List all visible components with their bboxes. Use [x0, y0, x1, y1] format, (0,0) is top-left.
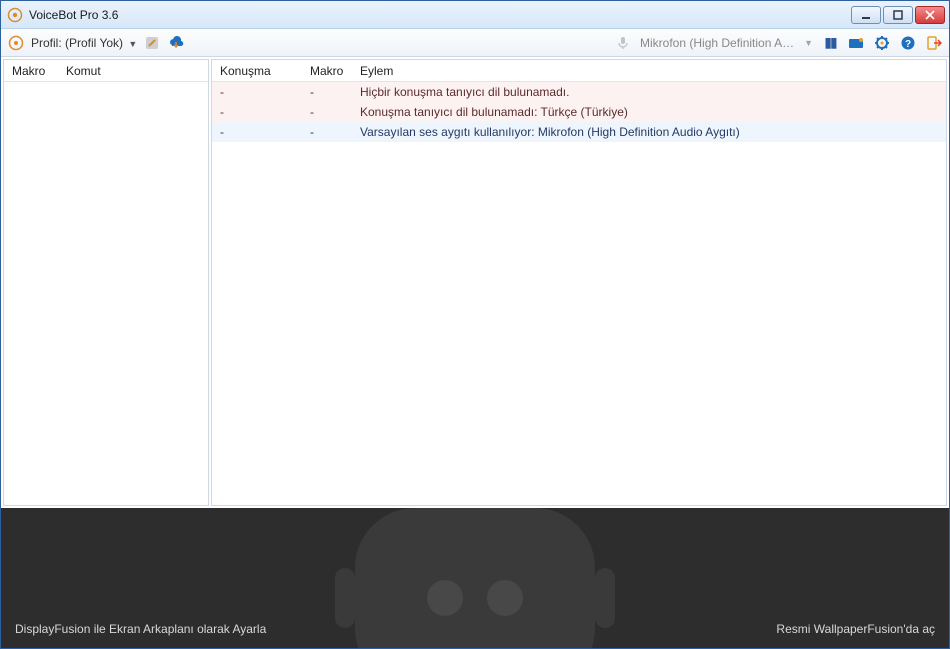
log-cell: -: [212, 125, 302, 139]
settings-button[interactable]: [873, 34, 891, 52]
log-panel: Konuşma Makro Eylem --Hiçbir konuşma tan…: [211, 59, 947, 506]
svg-text:?: ?: [905, 39, 911, 50]
profile-label-text: Profil: (Profil Yok): [31, 36, 123, 50]
macro-header[interactable]: Makro: [4, 64, 58, 78]
log-cell: Varsayılan ses aygıtı kullanılıyor: Mikr…: [352, 125, 946, 139]
window-controls: [851, 6, 945, 24]
log-body[interactable]: --Hiçbir konuşma tanıyıcı dil bulunamadı…: [212, 82, 946, 505]
minimize-button[interactable]: [851, 6, 881, 24]
log-row[interactable]: --Hiçbir konuşma tanıyıcı dil bulunamadı…: [212, 82, 946, 102]
maximize-button[interactable]: [883, 6, 913, 24]
macro-list-panel: Makro Komut: [3, 59, 209, 506]
mic-icon: [614, 34, 632, 52]
log-cell: -: [212, 85, 302, 99]
log-headers: Konuşma Makro Eylem: [212, 60, 946, 82]
titlebar: VoiceBot Pro 3.6: [1, 1, 949, 29]
pause-button[interactable]: ▮▮: [821, 34, 839, 52]
log-cell: -: [302, 125, 352, 139]
log-header-speech[interactable]: Konuşma: [212, 64, 302, 78]
chevron-down-icon: ▼: [128, 39, 137, 49]
log-row[interactable]: --Konuşma tanıyıcı dil bulunamadı: Türkç…: [212, 102, 946, 122]
log-cell: Hiçbir konuşma tanıyıcı dil bulunamadı.: [352, 85, 946, 99]
robot-silhouette-icon: [295, 508, 655, 648]
mic-device-label: Mikrofon (High Definition A…: [640, 36, 794, 50]
edit-profile-button[interactable]: [143, 34, 161, 52]
exit-button[interactable]: [925, 34, 943, 52]
profile-dropdown[interactable]: Profil: (Profil Yok) ▼: [31, 36, 137, 50]
app-icon: [7, 7, 23, 23]
close-button[interactable]: [915, 6, 945, 24]
inbox-button[interactable]: [847, 34, 865, 52]
log-header-action[interactable]: Eylem: [352, 64, 946, 78]
log-cell: -: [302, 85, 352, 99]
main-area: Makro Komut Konuşma Makro Eylem --Hiçbir…: [1, 57, 949, 508]
footer-banner: DisplayFusion ile Ekran Arkaplanı olarak…: [1, 508, 949, 648]
log-row[interactable]: --Varsayılan ses aygıtı kullanılıyor: Mi…: [212, 122, 946, 142]
macro-list-headers: Makro Komut: [4, 60, 208, 82]
toolbar: Profil: (Profil Yok) ▼ Mikrofon (High De…: [1, 29, 949, 57]
log-cell: -: [212, 105, 302, 119]
log-cell: Konuşma tanıyıcı dil bulunamadı: Türkçe …: [352, 105, 946, 119]
chevron-down-icon[interactable]: ▼: [804, 38, 813, 48]
footer-left-link[interactable]: DisplayFusion ile Ekran Arkaplanı olarak…: [15, 622, 266, 636]
window-title: VoiceBot Pro 3.6: [29, 8, 851, 22]
cloud-download-button[interactable]: [167, 34, 185, 52]
macro-list-body[interactable]: [4, 82, 208, 505]
log-header-macro[interactable]: Makro: [302, 64, 352, 78]
profile-icon: [7, 34, 25, 52]
command-header[interactable]: Komut: [58, 64, 208, 78]
footer-right-link[interactable]: Resmi WallpaperFusion'da aç: [776, 622, 935, 636]
mic-device-dropdown[interactable]: Mikrofon (High Definition A…: [640, 36, 794, 50]
help-button[interactable]: ?: [899, 34, 917, 52]
log-cell: -: [302, 105, 352, 119]
